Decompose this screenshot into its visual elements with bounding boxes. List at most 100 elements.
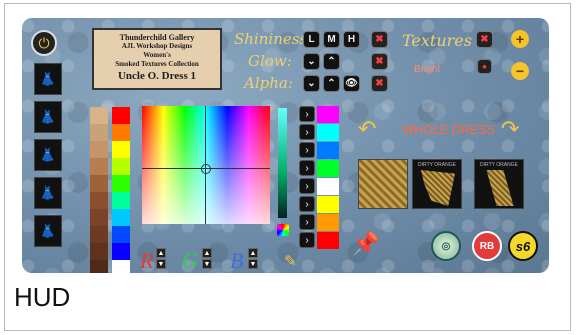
shininess-medium-button[interactable]: M xyxy=(323,31,340,48)
bright-label: Bright xyxy=(414,64,441,75)
banner-line-3: Women's xyxy=(143,51,171,59)
color-swatch[interactable] xyxy=(112,209,130,226)
color-swatch[interactable] xyxy=(112,226,130,243)
image-caption: HUD xyxy=(14,282,71,312)
color-slot[interactable] xyxy=(317,214,339,231)
brightness-slider[interactable] xyxy=(278,108,287,218)
color-slot[interactable] xyxy=(317,196,339,213)
alpha-up-button[interactable]: ⌃ xyxy=(323,75,340,92)
apply-color-button[interactable]: › xyxy=(299,106,315,122)
up-icon[interactable]: ▲ xyxy=(248,248,258,258)
red-channel-label: R xyxy=(140,248,154,273)
color-swatch[interactable] xyxy=(90,243,108,260)
apply-color-button[interactable]: › xyxy=(299,232,315,248)
alpha-label: Alpha: xyxy=(244,74,293,92)
dress-thumbnail[interactable]: 👗 xyxy=(34,63,62,95)
apply-color-button[interactable]: › xyxy=(299,196,315,212)
eye-icon[interactable]: 👁 xyxy=(343,75,360,92)
alpha-off-button[interactable]: ✖ xyxy=(371,75,388,92)
glow-down-button[interactable]: ⌄ xyxy=(303,53,320,70)
dress-thumbnail[interactable]: 👗 xyxy=(34,139,62,171)
textures-label: Textures xyxy=(402,31,472,50)
color-picker-field[interactable] xyxy=(142,106,270,224)
dress-thumbnail-list: 👗 👗 👗 👗 👗 xyxy=(34,63,62,253)
down-icon[interactable]: ▼ xyxy=(156,259,166,269)
dress-thumbnail[interactable]: 👗 xyxy=(34,215,62,247)
color-slot[interactable] xyxy=(317,124,339,141)
glow-label: Glow: xyxy=(248,52,292,70)
power-button[interactable]: ⏻ xyxy=(31,30,57,56)
banner-line-4: Smoked Textures Collection xyxy=(115,60,199,68)
down-icon[interactable]: ▼ xyxy=(202,259,212,269)
up-icon[interactable]: ▲ xyxy=(202,248,212,258)
color-slot[interactable] xyxy=(317,160,339,177)
color-swatch[interactable] xyxy=(90,124,108,141)
shininess-high-button[interactable]: H xyxy=(343,31,360,48)
color-swatch[interactable] xyxy=(112,175,130,192)
green-channel-label: G xyxy=(182,248,198,273)
apply-color-button[interactable]: › xyxy=(299,124,315,140)
color-swatch[interactable] xyxy=(90,192,108,209)
palette-icon[interactable] xyxy=(277,224,289,236)
s6-logo[interactable]: s6 xyxy=(508,231,538,261)
brand-banner: Thunderchild Gallery AJL Workshop Design… xyxy=(92,28,222,90)
color-swatch[interactable] xyxy=(112,107,130,124)
color-swatch[interactable] xyxy=(90,226,108,243)
rb-logo[interactable]: RB xyxy=(472,231,502,261)
apply-color-button[interactable]: › xyxy=(299,160,315,176)
power-icon: ⏻ xyxy=(38,34,50,51)
color-slot[interactable] xyxy=(317,232,339,249)
color-swatch[interactable] xyxy=(90,260,108,273)
apply-color-button[interactable]: › xyxy=(299,214,315,230)
next-arrow-icon[interactable]: ↷ xyxy=(501,116,519,142)
shininess-label: Shininess: xyxy=(234,30,313,48)
color-slot[interactable] xyxy=(317,142,339,159)
dress-thumbnail[interactable]: 👗 xyxy=(34,101,62,133)
glow-off-button[interactable]: ✖ xyxy=(371,53,388,70)
minus-icon[interactable]: − xyxy=(511,62,529,80)
pin-icon: 📌 xyxy=(352,231,380,256)
color-swatch[interactable] xyxy=(90,175,108,192)
textures-off-button[interactable]: ✖ xyxy=(476,31,493,48)
color-swatch[interactable] xyxy=(112,158,130,175)
color-swatch[interactable] xyxy=(90,158,108,175)
texture-preview[interactable]: DIRTY ORANGE xyxy=(412,159,462,209)
bright-toggle-button[interactable]: ● xyxy=(477,59,492,74)
color-swatch[interactable] xyxy=(90,107,108,124)
previous-arrow-icon[interactable]: ↶ xyxy=(358,116,376,142)
texture-preview[interactable] xyxy=(358,159,408,209)
color-swatch[interactable] xyxy=(112,192,130,209)
color-swatch[interactable] xyxy=(112,141,130,158)
color-swatch[interactable] xyxy=(112,124,130,141)
up-icon[interactable]: ▲ xyxy=(156,248,166,258)
plus-icon[interactable]: + xyxy=(511,30,529,48)
red-stepper[interactable]: ▲ ▼ xyxy=(156,248,166,270)
color-slot[interactable] xyxy=(317,106,339,123)
banner-line-2: AJL Workshop Designs xyxy=(121,42,193,50)
apply-color-button[interactable]: › xyxy=(299,142,315,158)
color-swatch[interactable] xyxy=(90,141,108,158)
texture-preview[interactable]: DIRTY ORANGE xyxy=(474,159,524,209)
color-slot[interactable] xyxy=(317,178,339,195)
color-swatch[interactable] xyxy=(112,260,130,273)
banner-line-1: Thunderchild Gallery xyxy=(119,33,195,42)
whole-dress-label: WHOLE DRESS xyxy=(402,122,495,137)
picker-handle[interactable] xyxy=(201,164,211,174)
dropper-icon[interactable]: ✎ xyxy=(284,252,297,270)
green-stepper[interactable]: ▲ ▼ xyxy=(202,248,212,270)
texture-caption: DIRTY ORANGE xyxy=(480,162,518,168)
blue-stepper[interactable]: ▲ ▼ xyxy=(248,248,258,270)
texture-caption: DIRTY ORANGE xyxy=(418,162,456,168)
shininess-off-button[interactable]: ✖ xyxy=(371,31,388,48)
down-icon[interactable]: ▼ xyxy=(248,259,258,269)
color-swatch[interactable] xyxy=(90,209,108,226)
alpha-down-button[interactable]: ⌄ xyxy=(303,75,320,92)
banner-title: Uncle O. Dress 1 xyxy=(117,70,196,82)
color-swatch[interactable] xyxy=(112,243,130,260)
apply-color-button[interactable]: › xyxy=(299,178,315,194)
globe-logo-icon[interactable]: ◎ xyxy=(431,231,461,261)
dress-thumbnail[interactable]: 👗 xyxy=(34,177,62,209)
shininess-low-button[interactable]: L xyxy=(303,31,320,48)
glow-up-button[interactable]: ⌃ xyxy=(323,53,340,70)
hud-panel: ⏻ Thunderchild Gallery AJL Workshop Desi… xyxy=(22,18,549,273)
